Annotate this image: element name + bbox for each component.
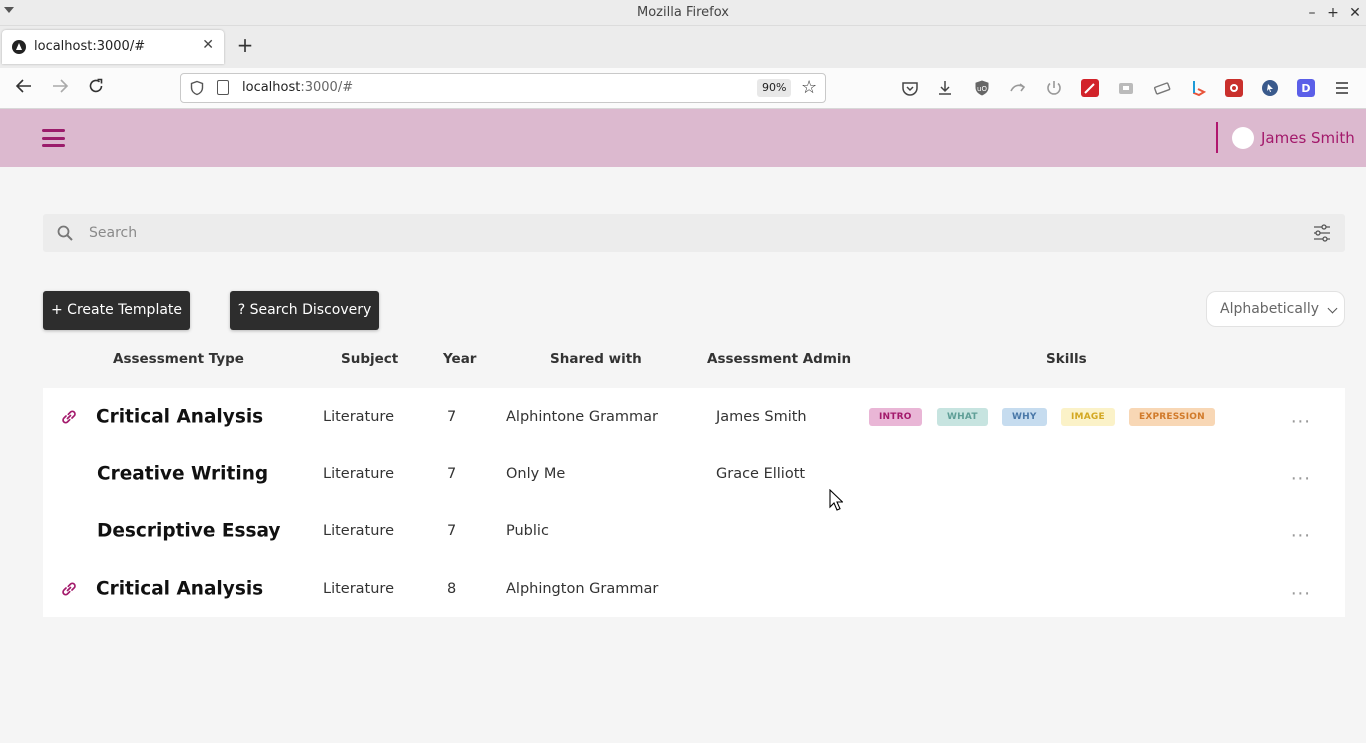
sort-select-value: Alphabetically bbox=[1220, 301, 1320, 317]
d-extension-icon[interactable]: D bbox=[1297, 79, 1315, 97]
subject: Literature bbox=[323, 465, 394, 482]
table-row[interactable]: Critical Analysis Literature 8 Alphingto… bbox=[43, 560, 1345, 617]
tab-title: localhost:3000/# bbox=[34, 39, 146, 54]
subject: Literature bbox=[323, 580, 394, 597]
column-header-subject[interactable]: Subject bbox=[341, 351, 398, 367]
grey-box-extension-icon[interactable] bbox=[1117, 79, 1135, 97]
tab-strip: localhost:3000/# ✕ + bbox=[0, 26, 1366, 68]
skill-tag-image: IMAGE bbox=[1061, 407, 1115, 426]
subject: Literature bbox=[323, 408, 394, 425]
search-icon bbox=[57, 225, 73, 241]
link-icon[interactable] bbox=[59, 407, 79, 427]
skill-tag-intro: INTRO bbox=[869, 407, 922, 426]
shared-with: Only Me bbox=[506, 465, 566, 482]
shared-with: Alphintone Grammar bbox=[506, 408, 659, 425]
table-row[interactable]: Creative Writing Literature 7 Only Me Gr… bbox=[43, 445, 1345, 502]
url-text[interactable]: localhost:3000/# bbox=[242, 80, 353, 95]
more-options-icon[interactable]: ... bbox=[1291, 463, 1311, 484]
minimize-icon[interactable]: – bbox=[1302, 3, 1322, 23]
new-tab-button[interactable]: + bbox=[234, 34, 256, 56]
skill-tag-expression: EXPRESSION bbox=[1129, 407, 1215, 426]
mouse-cursor-icon bbox=[829, 489, 843, 511]
page-info-icon[interactable] bbox=[217, 80, 229, 95]
column-header-assessment-admin[interactable]: Assessment Admin bbox=[707, 351, 851, 367]
hamburger-menu-icon[interactable] bbox=[42, 129, 65, 147]
svg-text:uO: uO bbox=[977, 85, 987, 93]
search-discovery-button[interactable]: ? Search Discovery bbox=[230, 291, 379, 330]
bing-extension-icon[interactable] bbox=[1189, 79, 1207, 97]
browser-tab[interactable]: localhost:3000/# ✕ bbox=[2, 30, 224, 64]
window-titlebar: Mozilla Firefox – + ✕ bbox=[0, 0, 1366, 26]
assessment-admin: Grace Elliott bbox=[716, 465, 806, 482]
assessment-table: Critical Analysis Literature 7 Alphinton… bbox=[43, 388, 1345, 617]
header-divider bbox=[1216, 122, 1218, 153]
shared-with: Alphington Grammar bbox=[506, 580, 659, 597]
maximize-icon[interactable]: + bbox=[1323, 3, 1343, 23]
close-tab-icon[interactable]: ✕ bbox=[202, 37, 214, 53]
subject: Literature bbox=[323, 522, 394, 539]
forward-arrow-icon[interactable] bbox=[48, 77, 72, 101]
search-input[interactable] bbox=[89, 220, 1289, 246]
pocket-icon[interactable] bbox=[901, 79, 919, 97]
assessment-type[interactable]: Critical Analysis bbox=[96, 578, 263, 599]
power-icon[interactable] bbox=[1045, 79, 1063, 97]
window-title: Mozilla Firefox bbox=[637, 5, 729, 20]
avatar bbox=[1232, 127, 1254, 149]
year: 7 bbox=[447, 465, 457, 482]
cursor-extension-icon[interactable] bbox=[1261, 79, 1279, 97]
sort-select[interactable]: Alphabetically bbox=[1206, 291, 1345, 327]
search-bar bbox=[43, 214, 1345, 252]
link-icon[interactable] bbox=[59, 579, 79, 599]
close-window-icon[interactable]: ✕ bbox=[1345, 3, 1365, 23]
bookmark-star-icon[interactable]: ☆ bbox=[801, 77, 817, 99]
assessment-type[interactable]: Descriptive Essay bbox=[97, 520, 280, 541]
table-row[interactable]: Critical Analysis Literature 7 Alphinton… bbox=[43, 388, 1345, 445]
skill-tag-why: WHY bbox=[1002, 407, 1047, 426]
zoom-level-badge[interactable]: 90% bbox=[757, 79, 792, 97]
column-header-skills[interactable]: Skills bbox=[1046, 351, 1087, 367]
tracking-shield-icon[interactable] bbox=[189, 80, 205, 96]
assessment-type[interactable]: Critical Analysis bbox=[96, 406, 263, 427]
extension-arrow-icon[interactable] bbox=[1009, 79, 1027, 97]
user-name: James Smith bbox=[1261, 129, 1355, 147]
back-arrow-icon[interactable] bbox=[12, 77, 36, 101]
year: 8 bbox=[447, 580, 457, 597]
shared-with: Public bbox=[506, 522, 549, 539]
more-options-icon[interactable]: ... bbox=[1291, 406, 1311, 427]
tab-favicon-icon bbox=[12, 40, 26, 54]
filter-sliders-icon[interactable] bbox=[1313, 224, 1331, 242]
year: 7 bbox=[447, 522, 457, 539]
app-menu-icon[interactable] bbox=[1333, 79, 1351, 97]
create-template-button[interactable]: + Create Template bbox=[43, 291, 190, 330]
user-menu[interactable]: James Smith bbox=[1232, 126, 1355, 150]
tool-extension-icon[interactable] bbox=[1153, 79, 1171, 97]
red-bug-extension-icon[interactable] bbox=[1225, 79, 1243, 97]
column-header-year[interactable]: Year bbox=[443, 351, 476, 367]
more-options-icon[interactable]: ... bbox=[1291, 578, 1311, 599]
assessment-admin: James Smith bbox=[716, 408, 807, 425]
column-header-assessment-type[interactable]: Assessment Type bbox=[113, 351, 244, 367]
assessment-type[interactable]: Creative Writing bbox=[97, 463, 268, 484]
chevron-down-icon bbox=[1327, 303, 1338, 314]
ublock-icon[interactable]: uO bbox=[973, 79, 991, 97]
address-bar[interactable]: localhost:3000/# 90% ☆ bbox=[180, 73, 826, 103]
skill-tag-what: WHAT bbox=[937, 407, 988, 426]
year: 7 bbox=[447, 408, 457, 425]
navigation-toolbar: localhost:3000/# 90% ☆ uO D bbox=[0, 68, 1366, 109]
reload-icon[interactable] bbox=[84, 77, 108, 101]
downloads-icon[interactable] bbox=[936, 79, 954, 97]
app-header: James Smith bbox=[0, 109, 1366, 167]
more-options-icon[interactable]: ... bbox=[1291, 520, 1311, 541]
table-row[interactable]: Descriptive Essay Literature 7 Public ..… bbox=[43, 502, 1345, 559]
column-header-shared-with[interactable]: Shared with bbox=[550, 351, 642, 367]
svg-text:D: D bbox=[1301, 82, 1310, 95]
red-wand-extension-icon[interactable] bbox=[1081, 79, 1099, 97]
